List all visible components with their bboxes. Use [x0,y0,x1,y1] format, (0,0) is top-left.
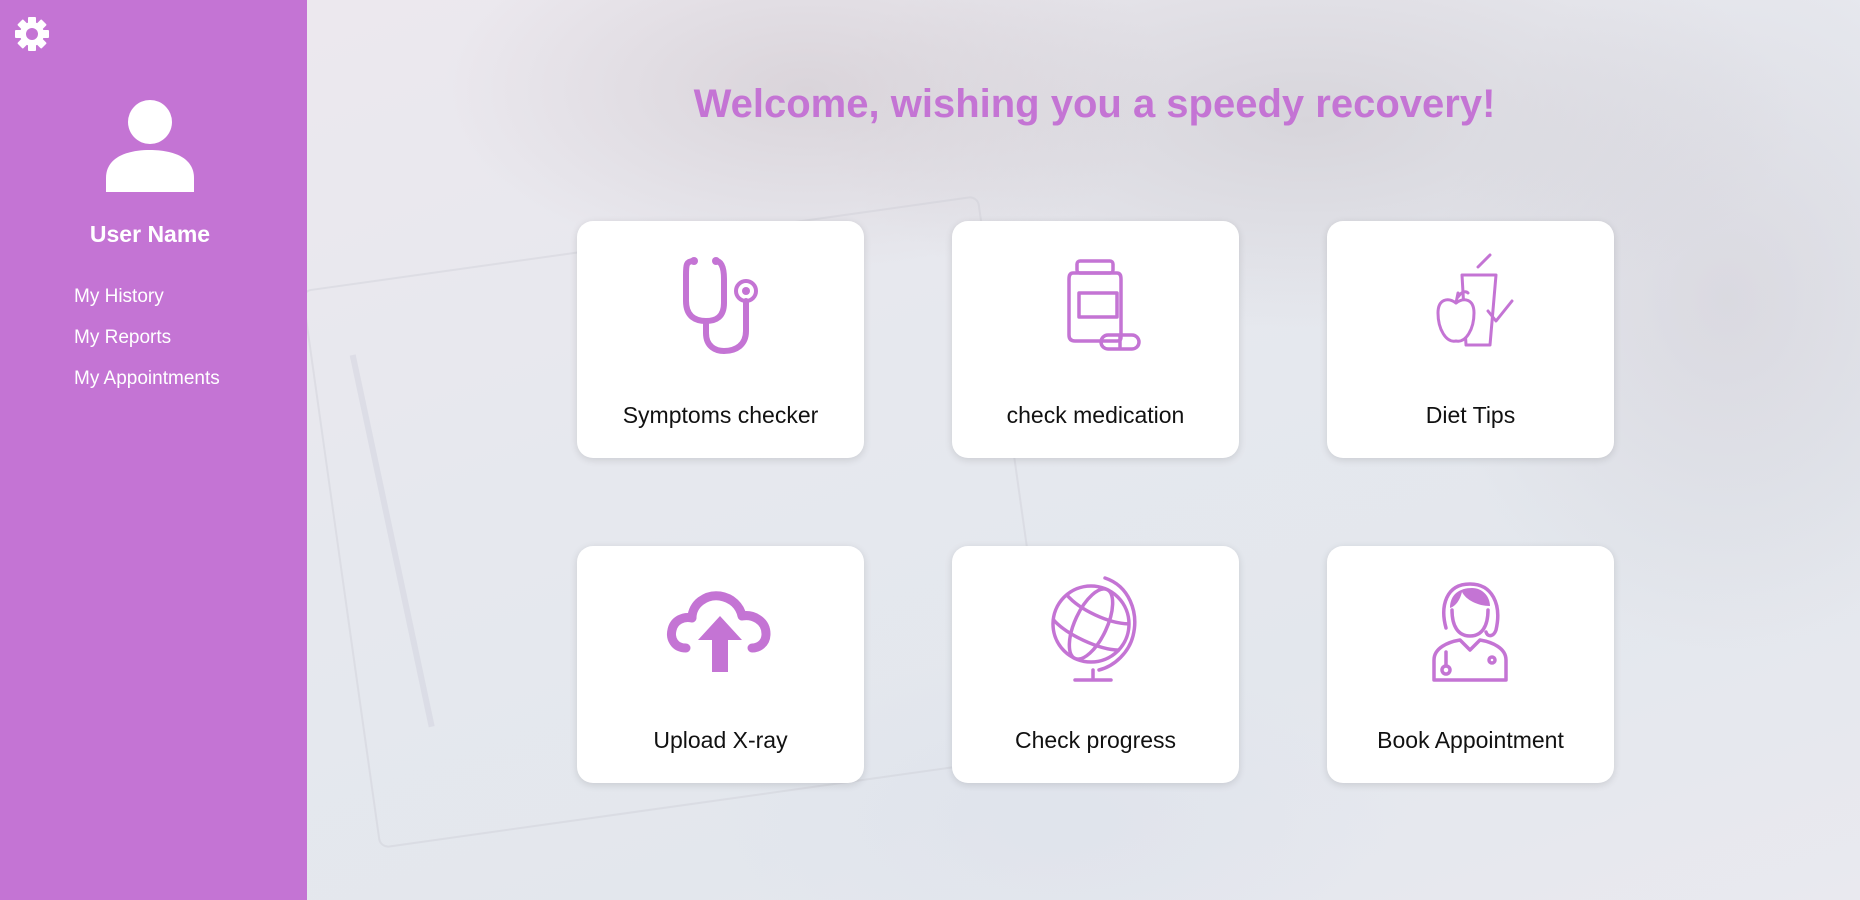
card-check-medication[interactable]: check medication [952,221,1239,458]
card-label: check medication [1006,402,1185,428]
user-name: User Name [89,221,211,247]
cloud-upload-icon [666,591,770,672]
sidebar-nav: My History My Reports My Appointments [74,284,220,407]
gear-icon[interactable] [12,14,52,54]
sidebar-item-my-history[interactable]: My History [74,284,220,325]
card-book-appointment[interactable]: Book Appointment [1327,546,1614,783]
doctor-icon [1431,582,1508,682]
card-label: Diet Tips [1425,402,1516,428]
sidebar-item-my-reports[interactable]: My Reports [74,325,220,366]
card-label: Upload X-ray [653,727,788,753]
sidebar-item-my-appointments[interactable]: My Appointments [74,366,220,407]
welcome-heading: Welcome, wishing you a speedy recovery! [693,82,1496,126]
card-diet-tips[interactable]: Diet Tips [1327,221,1614,458]
sidebar: User Name My History My Reports My Appoi… [0,0,307,900]
user-avatar-icon [106,100,194,192]
globe-icon [1050,576,1136,682]
card-label: Symptoms checker [622,402,819,428]
card-check-progress[interactable]: Check progress [952,546,1239,783]
medication-bottle-icon [1066,259,1141,351]
main-content: Welcome, wishing you a speedy recovery! … [307,0,1860,900]
card-label: Book Appointment [1377,727,1564,753]
card-label: Check progress [1014,727,1177,753]
card-symptoms-checker[interactable]: Symptoms checker [577,221,864,458]
diet-apple-drink-icon [1436,253,1513,347]
stethoscope-icon [682,257,758,354]
card-upload-xray[interactable]: Upload X-ray [577,546,864,783]
